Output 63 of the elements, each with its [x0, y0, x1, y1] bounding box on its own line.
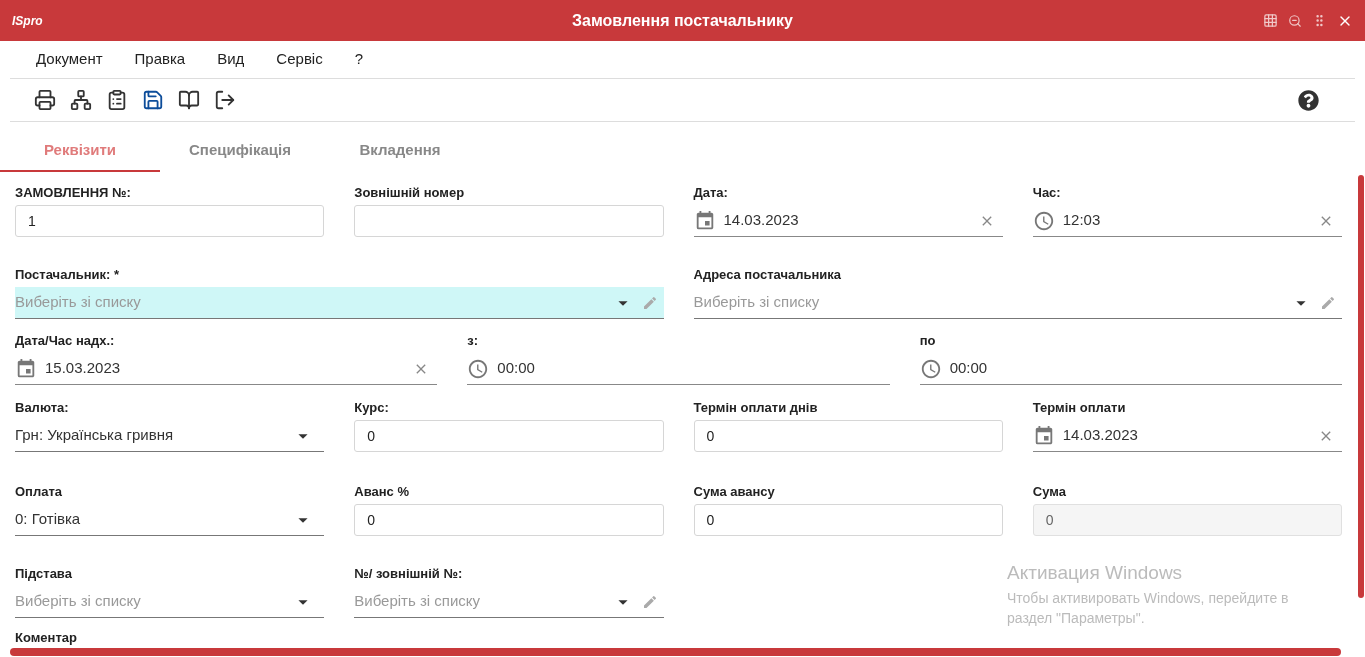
clock-icon[interactable]	[919, 357, 942, 380]
field-label: Адреса постачальника	[693, 267, 842, 283]
input-field[interactable]: 1	[15, 205, 325, 237]
tab[interactable]: Вкладення	[320, 130, 480, 172]
time-field[interactable]: 12:03	[1062, 209, 1318, 232]
field-label: Аванс %	[354, 484, 409, 500]
calendar-icon[interactable]	[15, 357, 37, 380]
menu-item[interactable]: Правка	[134, 48, 186, 71]
time-field[interactable]: 00:00	[949, 357, 1342, 380]
grid-icon[interactable]	[1263, 13, 1278, 28]
date-field[interactable]: 14.03.2023	[723, 209, 979, 232]
input-field[interactable]: 0	[354, 420, 664, 452]
field-label: Термін оплати днів	[693, 400, 818, 416]
field-label: Сума авансу	[693, 484, 775, 500]
logo: ISpro	[12, 12, 44, 30]
field-label: Дата:	[693, 185, 728, 201]
input-field[interactable]: 0	[693, 504, 1003, 536]
book-icon[interactable]	[178, 89, 200, 111]
field-label: Коментар	[15, 630, 77, 646]
activation-text: Чтобы активировать Windows, перейдите в раздел "Параметры".	[1007, 589, 1290, 628]
activation-title: Активация Windows	[1007, 561, 1184, 585]
menu-item[interactable]: Документ	[36, 48, 103, 71]
scrollbar[interactable]	[1358, 175, 1364, 598]
menu-item[interactable]: Вид	[217, 48, 245, 71]
save-icon[interactable]	[142, 89, 164, 111]
field-label: Дата/Час надх.:	[15, 333, 115, 349]
field-label: ЗАМОВЛЕННЯ №:	[15, 185, 131, 201]
window-title: Замовлення постачальнику	[571, 10, 794, 31]
clock-icon[interactable]	[467, 357, 490, 380]
field-label: Термін оплати	[1032, 400, 1126, 416]
hierarchy-icon[interactable]	[70, 89, 92, 111]
clock-icon[interactable]	[1032, 209, 1055, 232]
field-label: Валюта:	[15, 400, 69, 416]
date-field[interactable]: 14.03.2023	[1062, 424, 1318, 447]
dropdown-field[interactable]: Грн: Українська гривня	[15, 420, 325, 452]
field-label: Зовнішній номер	[354, 185, 465, 201]
input-field[interactable]	[354, 205, 664, 237]
exit-icon[interactable]	[214, 89, 236, 111]
field-label: Час:	[1032, 185, 1061, 201]
pencil-icon[interactable]	[1320, 294, 1336, 311]
field-label: по	[919, 333, 936, 349]
menu-item[interactable]: ?	[354, 48, 364, 71]
time-field[interactable]: 00:00	[497, 357, 890, 380]
menu-item[interactable]: Сервіс	[276, 48, 323, 71]
input-field[interactable]: 0	[1032, 504, 1342, 536]
input-field[interactable]: 0	[354, 504, 664, 536]
help-icon[interactable]	[1298, 89, 1319, 111]
pencil-icon[interactable]	[641, 593, 658, 610]
zoom-out-icon[interactable]	[1288, 13, 1302, 28]
tab[interactable]: Специфікація	[160, 130, 320, 172]
field-label: Сума	[1032, 484, 1066, 500]
input-field[interactable]: 0	[693, 420, 1003, 452]
date-field[interactable]: 15.03.2023	[45, 357, 414, 380]
field-label: Оплата	[15, 484, 63, 500]
field-label: Постачальник: *	[15, 267, 119, 283]
field-label: №/ зовнішній №:	[354, 566, 463, 582]
field-label: з:	[467, 333, 479, 349]
field-label: Підстава	[15, 566, 72, 582]
scrollbar[interactable]	[10, 648, 1341, 656]
print-icon[interactable]	[34, 89, 56, 111]
clipboard-icon[interactable]	[106, 89, 128, 111]
field-label: Курс:	[354, 400, 389, 416]
dropdown-field[interactable]: 0: Готівка	[15, 504, 325, 536]
